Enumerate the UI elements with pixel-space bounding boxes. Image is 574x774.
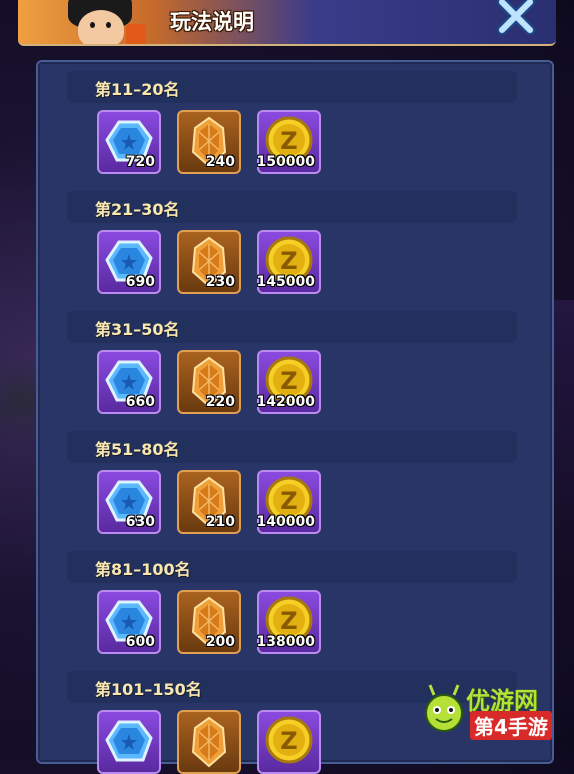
diamond-reward-item[interactable]: 690 — [97, 230, 161, 294]
diamond-reward-item[interactable]: 720 — [97, 110, 161, 174]
reward-count: 150000 — [256, 154, 315, 170]
reward-count: 720 — [125, 154, 155, 170]
orange-crystal-icon — [191, 716, 227, 768]
reward-count: 200 — [205, 634, 235, 650]
reward-count: 690 — [125, 274, 155, 290]
reward-count: 220 — [205, 394, 235, 410]
reward-count: 240 — [205, 154, 235, 170]
tier-label: 第11–20名 — [95, 80, 180, 99]
background-decoration — [0, 340, 40, 460]
svg-text:Z: Z — [280, 727, 297, 755]
svg-text:Z: Z — [280, 607, 297, 635]
diamond-reward-item[interactable]: 600 — [97, 590, 161, 654]
z-coin-icon: Z — [265, 716, 313, 764]
tier-label: 第21–30名 — [95, 200, 180, 219]
mascot-icon — [425, 684, 463, 732]
reward-count: 660 — [125, 394, 155, 410]
window-title: 玩法说明 — [170, 10, 254, 34]
reward-count: 210 — [205, 514, 235, 530]
coin-reward-item[interactable]: Z 150000 — [257, 110, 321, 174]
diamond-reward-item[interactable] — [97, 710, 161, 774]
reward-count: 230 — [205, 274, 235, 290]
diamond-reward-item[interactable]: 660 — [97, 350, 161, 414]
svg-text:Z: Z — [280, 247, 297, 275]
coin-reward-item[interactable]: Z 140000 — [257, 470, 321, 534]
character-avatar — [62, 0, 146, 44]
crystal-reward-item[interactable]: 210 — [177, 470, 241, 534]
close-icon — [497, 0, 535, 35]
watermark-logo: 优游网 第4手游 — [420, 679, 570, 740]
coin-reward-item[interactable]: Z 142000 — [257, 350, 321, 414]
window-header: 玩法说明 — [18, 0, 556, 46]
coin-reward-item[interactable]: Z 145000 — [257, 230, 321, 294]
reward-count: 140000 — [256, 514, 315, 530]
crystal-reward-item[interactable]: 200 — [177, 590, 241, 654]
svg-text:Z: Z — [280, 127, 297, 155]
diamond-reward-item[interactable]: 630 — [97, 470, 161, 534]
svg-text:Z: Z — [280, 367, 297, 395]
reward-count: 630 — [125, 514, 155, 530]
tier-label: 第81–100名 — [95, 560, 191, 579]
svg-text:Z: Z — [280, 487, 297, 515]
crystal-reward-item[interactable]: 240 — [177, 110, 241, 174]
coin-reward-item[interactable]: Z 138000 — [257, 590, 321, 654]
blue-gem-icon — [105, 720, 153, 762]
crystal-reward-item[interactable] — [177, 710, 241, 774]
coin-reward-item[interactable]: Z — [257, 710, 321, 774]
crystal-reward-item[interactable]: 230 — [177, 230, 241, 294]
tier-label: 第51–80名 — [95, 440, 180, 459]
close-button[interactable] — [496, 0, 536, 38]
reward-count: 600 — [125, 634, 155, 650]
tier-label: 第101–150名 — [95, 680, 202, 699]
reward-count: 145000 — [256, 274, 315, 290]
crystal-reward-item[interactable]: 220 — [177, 350, 241, 414]
watermark-text-2: 第4手游 — [470, 711, 552, 740]
reward-count: 138000 — [256, 634, 315, 650]
tier-label: 第31–50名 — [95, 320, 180, 339]
reward-count: 142000 — [256, 394, 315, 410]
